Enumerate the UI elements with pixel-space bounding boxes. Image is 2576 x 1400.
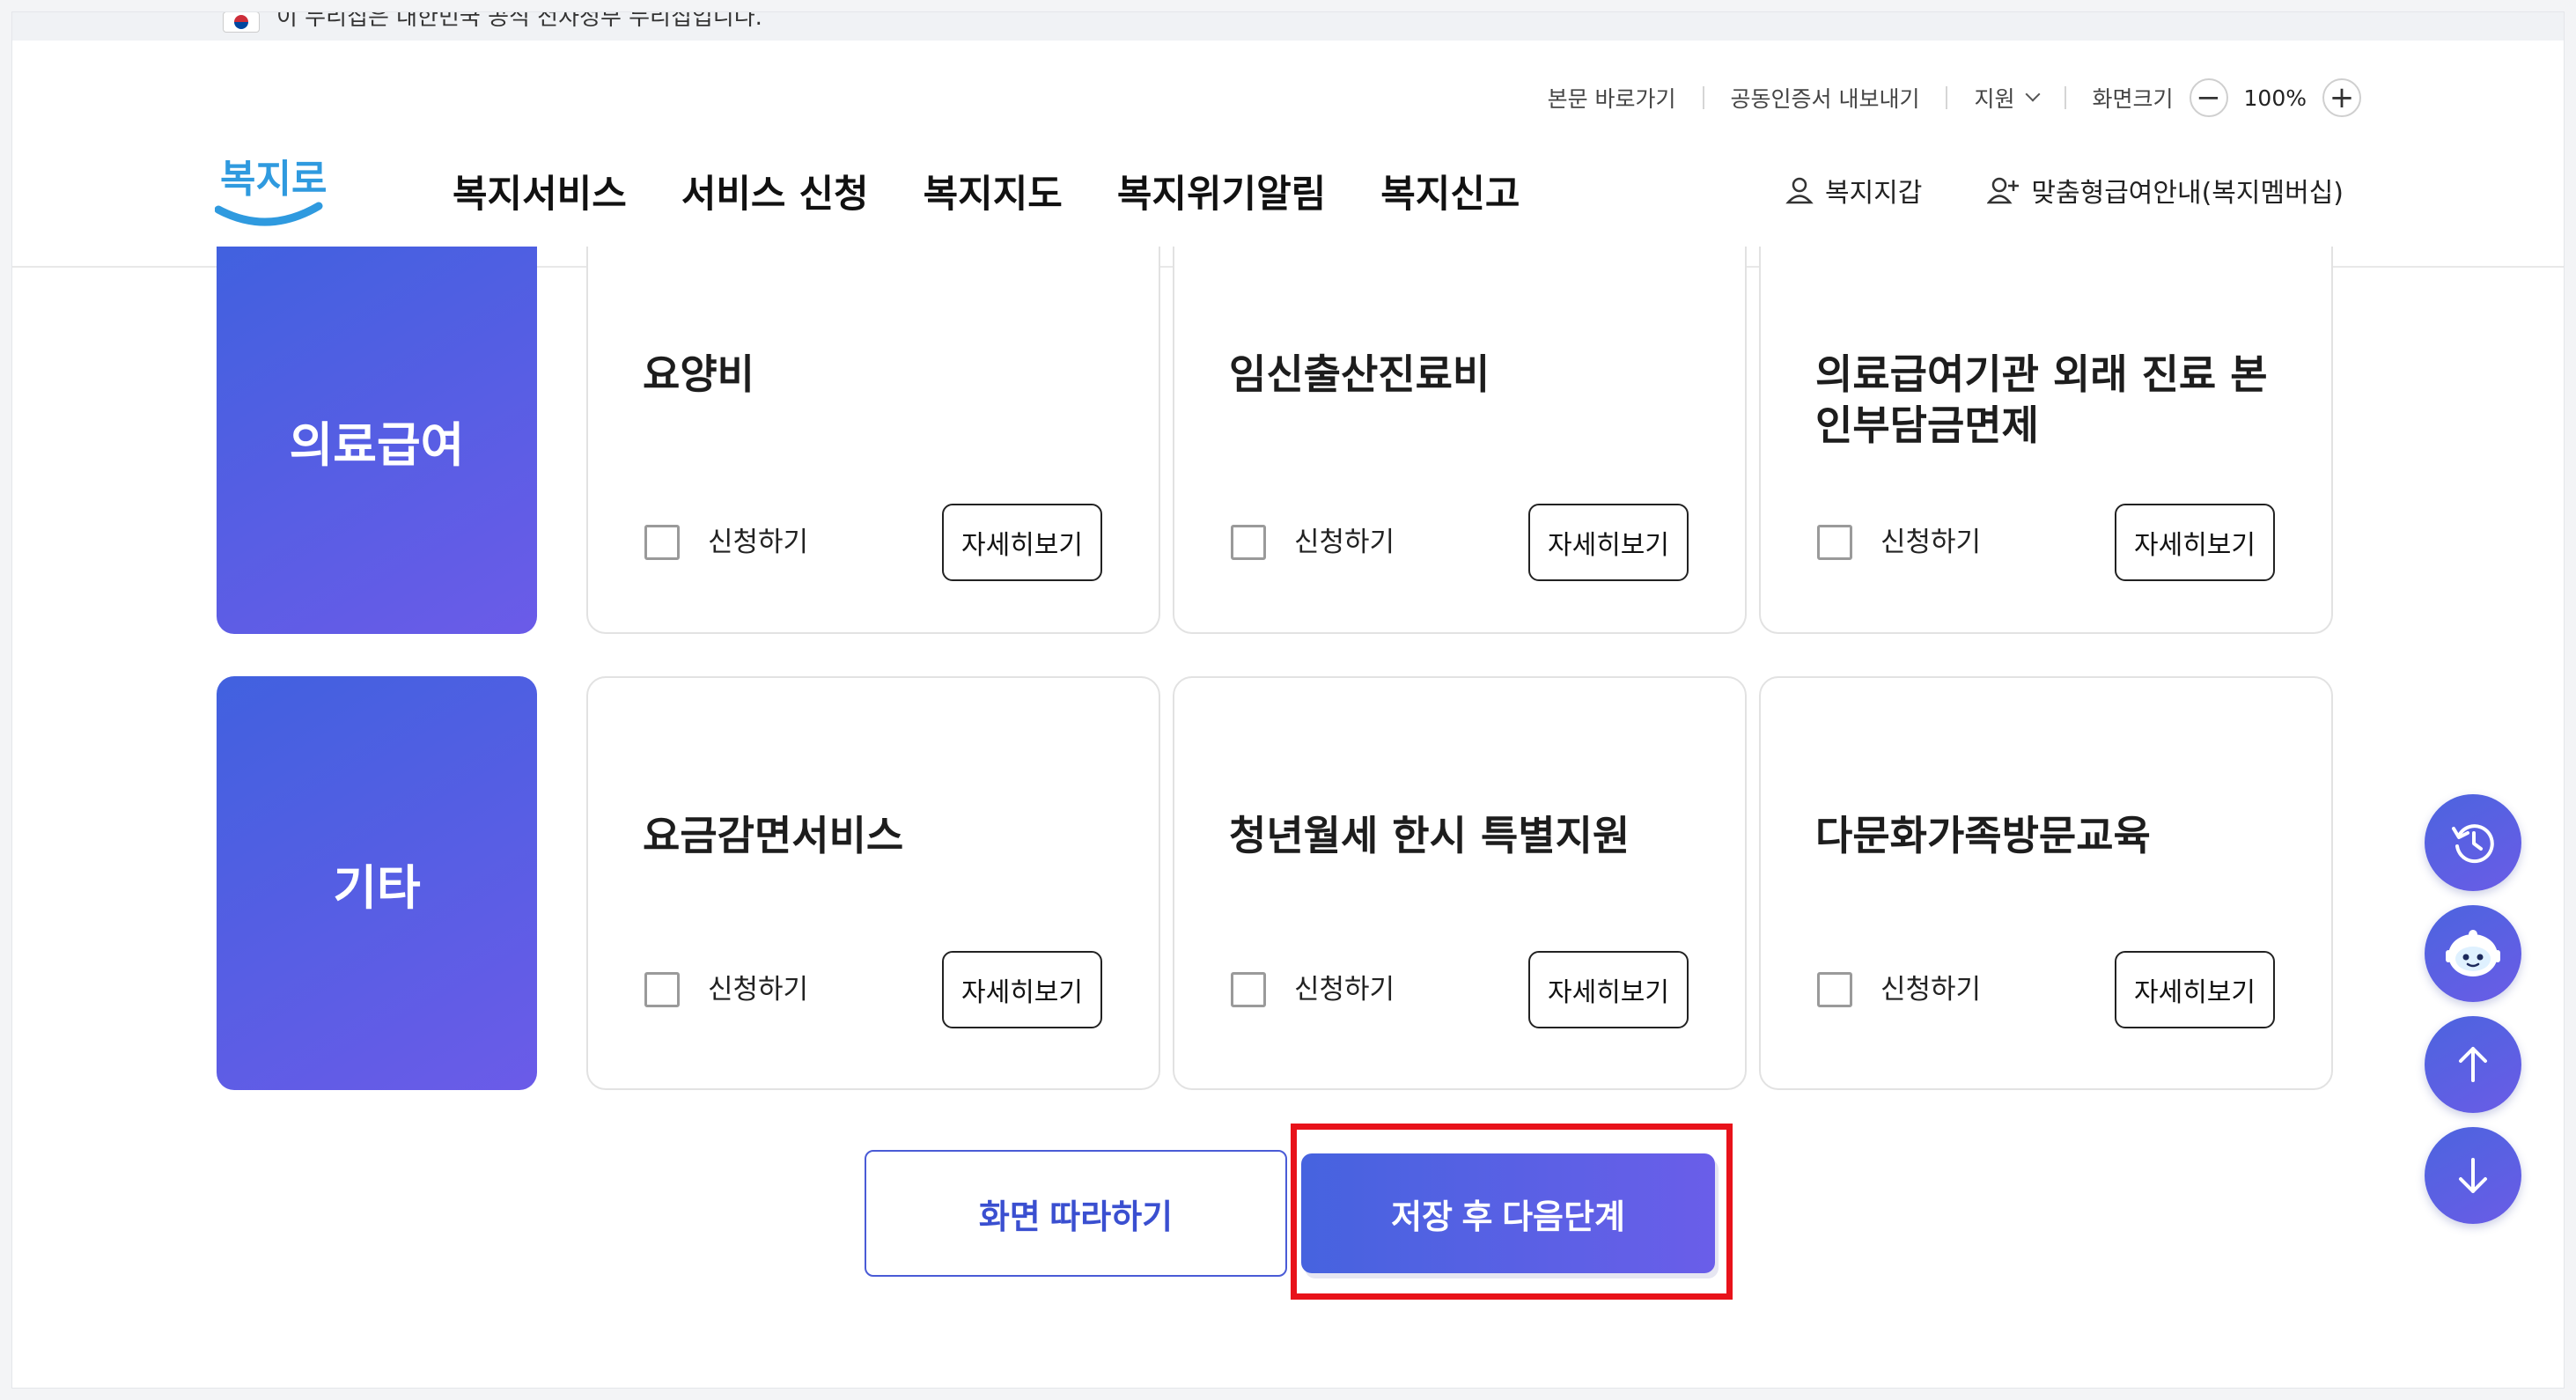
skip-link[interactable]: 본문 바로가기: [1548, 82, 1676, 114]
arrow-down-icon: [2459, 1158, 2487, 1193]
history-icon: [2452, 824, 2494, 864]
nav-item-welfare-report[interactable]: 복지신고: [1380, 164, 1520, 218]
service-title: 요양비: [643, 350, 754, 398]
custom-benefit-label: 맞춤형급여안내(복지멤버십): [2031, 178, 2344, 209]
zoom-out-button[interactable]: −: [2189, 78, 2228, 117]
follow-screen-button[interactable]: 화면 따라하기: [865, 1150, 1287, 1277]
service-card: 의료급여기관 외래 진료 본인부담금면제 신청하기 자세히보기: [1759, 247, 2333, 634]
nav-item-welfare-map[interactable]: 복지지도: [924, 164, 1063, 218]
support-dropdown[interactable]: 지원: [1974, 82, 2040, 114]
arrow-up-icon: [2459, 1047, 2487, 1082]
history-button[interactable]: [2425, 794, 2521, 891]
category-row-medical: 의료급여 요양비 신청하기 자세히보기 임신출산진료비 신청하기 자세히보기 의…: [217, 247, 2351, 634]
apply-checkbox-label[interactable]: 신청하기: [1880, 525, 1981, 560]
site-header: 본문 바로가기 공동인증서 내보내기 지원 화면크기 − 100% + 복지로 …: [12, 41, 2564, 268]
service-title: 의료급여기관 외래 진료 본인부담금면제: [1815, 350, 2268, 449]
apply-checkbox[interactable]: [644, 525, 680, 560]
cert-export-link[interactable]: 공동인증서 내보내기: [1731, 82, 1920, 114]
category-label: 의료급여: [217, 247, 537, 634]
apply-checkbox[interactable]: [1231, 525, 1266, 560]
detail-button[interactable]: 자세히보기: [942, 951, 1102, 1028]
apply-checkbox[interactable]: [1817, 972, 1852, 1007]
gov-banner-text: 이 누리집은 대한민국 공식 전자정부 누리집입니다.: [276, 12, 762, 31]
zoom-label: 화면크기: [2092, 86, 2174, 112]
detail-button[interactable]: 자세히보기: [1528, 504, 1689, 581]
detail-button[interactable]: 자세히보기: [2115, 504, 2275, 581]
service-title: 청년월세 한시 특별지원: [1229, 812, 1630, 859]
user-icon: [1785, 177, 1814, 204]
nav-item-crisis-alert[interactable]: 복지위기알림: [1117, 164, 1326, 218]
main-nav: 복지서비스 서비스 신청 복지지도 복지위기알림 복지신고: [453, 164, 1520, 218]
service-title: 임신출산진료비: [1229, 350, 1490, 398]
save-next-button[interactable]: 저장 후 다음단계: [1301, 1153, 1715, 1273]
minus-icon: −: [2196, 80, 2221, 115]
service-title: 요금감면서비스: [643, 812, 904, 859]
nav-item-welfare-service[interactable]: 복지서비스: [453, 164, 627, 218]
plus-icon: +: [2329, 80, 2355, 115]
chatbot-button[interactable]: [2425, 905, 2521, 1002]
user-plus-icon: [1987, 177, 2020, 204]
category-label: 기타: [217, 676, 537, 1090]
member-menu: 복지지갑 맞춤형급여안내(복지멤버십): [1785, 171, 2344, 210]
utility-bar: 본문 바로가기 공동인증서 내보내기 지원 화면크기 − 100% +: [1548, 76, 2361, 120]
page-frame: 이 누리집은 대한민국 공식 전자정부 누리집입니다. 본문 바로가기 공동인증…: [12, 12, 2564, 1388]
service-card: 임신출산진료비 신청하기 자세히보기: [1173, 247, 1747, 634]
detail-button[interactable]: 자세히보기: [2115, 951, 2275, 1028]
scroll-bottom-button[interactable]: [2425, 1127, 2521, 1224]
service-card: 요양비 신청하기 자세히보기: [586, 247, 1160, 634]
divider: [1702, 86, 1704, 109]
apply-checkbox[interactable]: [644, 972, 680, 1007]
divider: [1946, 86, 1948, 109]
apply-checkbox-label[interactable]: 신청하기: [708, 972, 808, 1007]
service-title: 다문화가족방문교육: [1815, 812, 2151, 859]
apply-checkbox-label[interactable]: 신청하기: [1880, 972, 1981, 1007]
detail-button[interactable]: 자세히보기: [942, 504, 1102, 581]
detail-button[interactable]: 자세히보기: [1528, 951, 1689, 1028]
zoom-value: 100%: [2243, 85, 2307, 111]
wallet-label: 복지지갑: [1824, 178, 1923, 209]
scroll-top-button[interactable]: [2425, 1016, 2521, 1113]
logo-text: 복지로: [220, 157, 327, 202]
service-card: 요금감면서비스 신청하기 자세히보기: [586, 676, 1160, 1090]
korea-flag-icon: [224, 12, 259, 32]
category-row-etc: 기타 요금감면서비스 신청하기 자세히보기 청년월세 한시 특별지원 신청하기 …: [217, 676, 2351, 1090]
apply-checkbox[interactable]: [1817, 525, 1852, 560]
service-card: 다문화가족방문교육 신청하기 자세히보기: [1759, 676, 2333, 1090]
wallet-link[interactable]: 복지지갑: [1785, 171, 1922, 210]
apply-checkbox[interactable]: [1231, 972, 1266, 1007]
bokjiro-logo-icon: 복지로: [214, 157, 327, 226]
chatbot-icon: [2446, 930, 2500, 976]
service-card: 청년월세 한시 특별지원 신청하기 자세히보기: [1173, 676, 1747, 1090]
apply-checkbox-label[interactable]: 신청하기: [1294, 972, 1395, 1007]
apply-checkbox-label[interactable]: 신청하기: [1294, 525, 1395, 560]
gov-banner: 이 누리집은 대한민국 공식 전자정부 누리집입니다.: [12, 12, 2564, 41]
site-logo[interactable]: 복지로: [214, 137, 329, 234]
chevron-down-icon: [2025, 86, 2040, 102]
nav-item-service-apply[interactable]: 서비스 신청: [681, 164, 869, 218]
zoom-in-button[interactable]: +: [2322, 78, 2361, 117]
support-label: 지원: [1974, 86, 2015, 112]
apply-checkbox-label[interactable]: 신청하기: [708, 525, 808, 560]
custom-benefit-link[interactable]: 맞춤형급여안내(복지멤버십): [1987, 171, 2344, 210]
divider: [2064, 86, 2066, 109]
